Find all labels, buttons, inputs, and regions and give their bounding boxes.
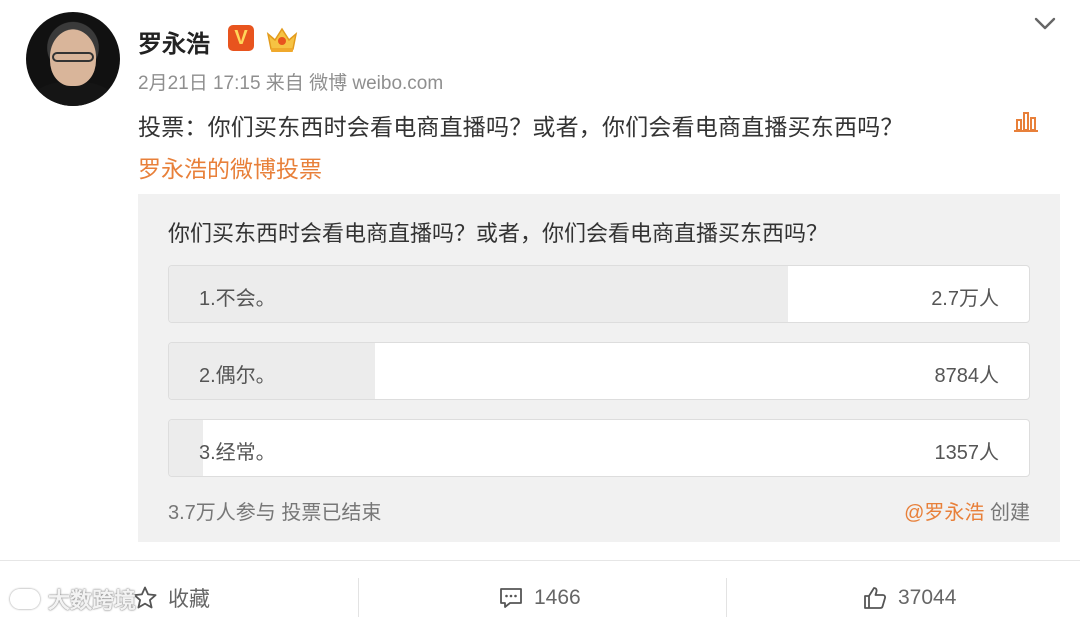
avatar[interactable] [26,12,120,106]
vote-link[interactable]: 罗永浩的微博投票 [138,150,322,184]
poll-option-count: 8784人 [934,365,1000,387]
thumbs-up-icon [864,587,887,609]
poll-option-label: 2.偶尔。 [199,365,276,387]
bar-chart-icon[interactable] [1014,110,1038,132]
poll-creator-suffix: 创建 [984,502,1030,524]
crown-icon [266,27,298,52]
watermark-text: 大数跨境 [48,588,137,613]
comment-icon [500,588,522,608]
watermark: 大数跨境 [10,583,136,615]
favorite-label: 收藏 [168,588,210,611]
poll-creator-link[interactable]: @罗永浩 [904,502,984,524]
favorite-button[interactable]: 收藏 [132,578,210,617]
poll-option-2[interactable]: 2.偶尔。 8784人 [168,342,1030,400]
poll-status: 3.7万人参与 投票已结束 [168,502,382,524]
action-divider [358,578,359,617]
action-divider [726,578,727,617]
action-bar-divider [0,560,1080,561]
poll-option-label: 3.经常。 [199,442,276,464]
post-text: 投票：你们买东西时会看电商直播吗？或者，你们会看电商直播买东西吗？ [138,114,904,140]
poll-option-count: 2.7万人 [931,288,999,310]
poll-option-label: 1.不会。 [199,288,276,310]
like-count: 37044 [898,586,957,609]
post-meta: 2月21日 17:15 来自 微博 weibo.com [138,73,444,94]
comment-count: 1466 [534,586,581,609]
v-badge-icon: V [228,25,254,51]
poll-option-count: 1357人 [934,442,1000,464]
chevron-down-icon[interactable] [1032,10,1058,36]
poll-question: 你们买东西时会看电商直播吗？或者，你们会看电商直播买东西吗？ [168,221,829,246]
poll-option-1[interactable]: 1.不会。 2.7万人 [168,265,1030,323]
author-name[interactable]: 罗永浩 [138,24,210,59]
comment-button[interactable]: 1466 [498,578,581,617]
poll-creator: @罗永浩 创建 [904,496,1030,525]
watermark-logo-icon [10,589,40,609]
poll-card: 你们买东西时会看电商直播吗？或者，你们会看电商直播买东西吗？ 1.不会。 2.7… [138,194,1060,542]
poll-option-3[interactable]: 3.经常。 1357人 [168,419,1030,477]
like-button[interactable]: 37044 [862,578,956,617]
